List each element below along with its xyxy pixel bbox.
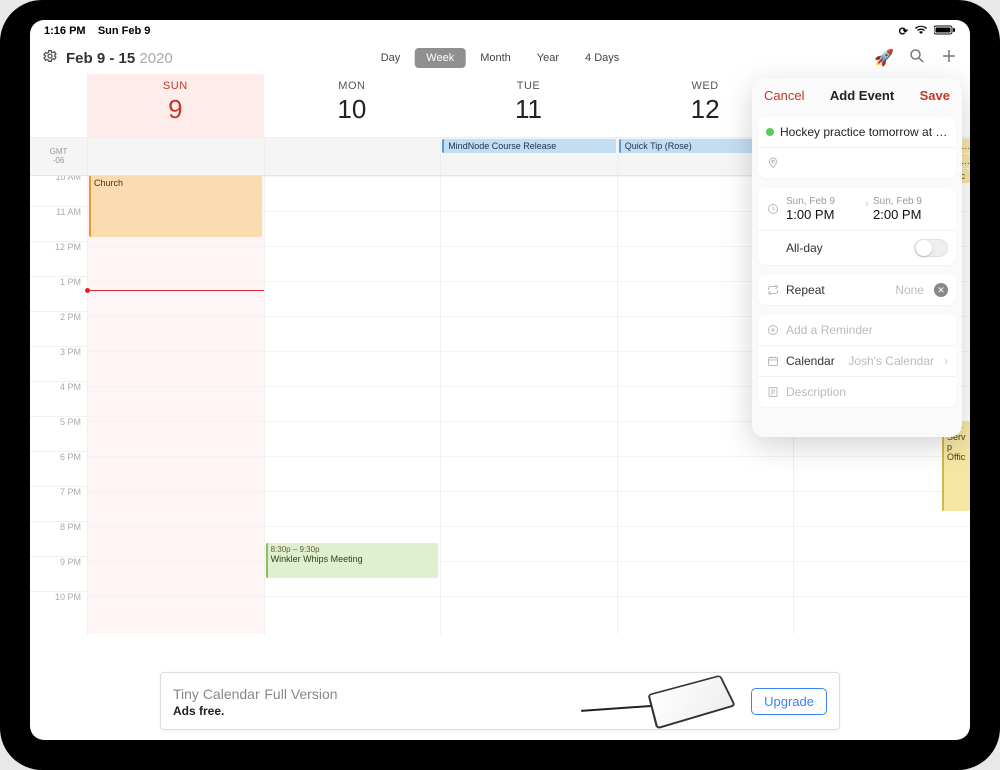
hour-label: 8 PM [30, 521, 87, 556]
day-header-mon[interactable]: MON 10 [264, 74, 441, 137]
repeat-icon [766, 284, 780, 296]
status-time: 1:16 PM [44, 25, 86, 37]
calendar-select-row[interactable]: Calendar Josh's Calendar › [758, 345, 956, 376]
calendar-color-dot [766, 128, 774, 136]
repeat-card: Repeat None ✕ [758, 275, 956, 305]
hour-label: 4 PM [30, 381, 87, 416]
title-location-card: Hockey practice tomorrow at 9:… [758, 117, 956, 178]
view-year-button[interactable]: Year [525, 48, 571, 68]
view-segmented-control: Day Week Month Year 4 Days [369, 48, 632, 68]
notes-icon [766, 386, 780, 398]
view-week-button[interactable]: Week [414, 48, 466, 68]
app-toolbar: Feb 9 - 15 2020 Day Week Month Year 4 Da… [30, 42, 970, 74]
clock-icon [766, 203, 780, 215]
chevron-right-icon: › [944, 354, 948, 368]
add-event-popover: Cancel Add Event Save Hockey practice to… [752, 78, 962, 437]
gear-icon [42, 48, 58, 64]
ad-image [581, 680, 741, 722]
event-winkler[interactable]: 8:30p – 9:30p Winkler Whips Meeting [266, 543, 439, 578]
search-icon [908, 47, 926, 65]
hour-label: 1 PM [30, 276, 87, 311]
start-time-button[interactable]: Sun, Feb 9 1:00 PM [786, 196, 861, 222]
hour-label: 2 PM [30, 311, 87, 346]
hour-label: 12 PM [30, 241, 87, 276]
view-4days-button[interactable]: 4 Days [573, 48, 631, 68]
allday-toggle[interactable] [914, 239, 948, 257]
date-range-display[interactable]: Feb 9 - 15 2020 [66, 50, 173, 67]
allday-label: All-day [786, 241, 823, 255]
hour-label: 7 PM [30, 486, 87, 521]
hour-label: 10 AM [30, 176, 87, 206]
details-card: Add a Reminder Calendar Josh's Calendar … [758, 315, 956, 407]
status-bar: 1:16 PM Sun Feb 9 ⟳ [30, 20, 970, 42]
orientation-lock-icon: ⟳ [899, 25, 908, 38]
add-event-button[interactable] [940, 47, 958, 70]
day-column-mon[interactable]: 8:30p – 9:30p Winkler Whips Meeting [264, 176, 441, 634]
day-header-sun[interactable]: SUN 9 [87, 74, 264, 137]
upgrade-button[interactable]: Upgrade [751, 688, 827, 715]
hour-gutter: 10 AM 11 AM 12 PM 1 PM 2 PM 3 PM 4 PM 5 … [30, 176, 87, 634]
hour-label: 6 PM [30, 451, 87, 486]
ad-title: Tiny Calendar Full Version [173, 684, 571, 704]
save-button[interactable]: Save [920, 88, 950, 103]
add-reminder-row[interactable]: Add a Reminder [758, 315, 956, 345]
day-header-tue[interactable]: TUE 11 [440, 74, 617, 137]
cancel-button[interactable]: Cancel [764, 88, 804, 103]
view-month-button[interactable]: Month [468, 48, 523, 68]
ad-subtitle: Ads free. [173, 704, 571, 718]
settings-button[interactable] [42, 48, 58, 69]
hour-label: 3 PM [30, 346, 87, 381]
day-column-sun[interactable]: 9:45 – 11:45 Church [87, 176, 264, 634]
popover-title: Add Event [830, 88, 894, 103]
location-input[interactable] [786, 156, 948, 170]
wifi-icon [914, 25, 928, 38]
hour-label: 5 PM [30, 416, 87, 451]
timezone-label: GMT -06 [30, 138, 87, 175]
search-button[interactable] [908, 47, 926, 70]
ipad-frame: 1:16 PM Sun Feb 9 ⟳ Feb 9 - 15 2 [0, 0, 1000, 770]
screen: 1:16 PM Sun Feb 9 ⟳ Feb 9 - 15 2 [30, 20, 970, 740]
current-time-indicator [88, 290, 264, 291]
repeat-row[interactable]: Repeat None ✕ [758, 275, 956, 305]
end-time-button[interactable]: Sun, Feb 9 2:00 PM [873, 196, 948, 222]
event-title-input[interactable]: Hockey practice tomorrow at 9:… [780, 125, 948, 139]
allday-event[interactable]: MindNode Course Release [442, 139, 616, 153]
location-icon [766, 157, 780, 169]
clear-repeat-button[interactable]: ✕ [934, 283, 948, 297]
time-card: Sun, Feb 9 1:00 PM › Sun, Feb 9 2:00 PM … [758, 188, 956, 265]
upgrade-icon[interactable]: 🚀 [874, 48, 894, 68]
allday-sun[interactable] [87, 138, 264, 175]
upgrade-banner: Tiny Calendar Full Version Ads free. Upg… [160, 672, 840, 730]
description-row[interactable]: Description [758, 376, 956, 407]
status-date: Sun Feb 9 [98, 25, 151, 37]
event-church[interactable]: 9:45 – 11:45 Church [89, 176, 262, 237]
plus-icon [940, 47, 958, 65]
plus-circle-icon [766, 324, 780, 336]
hour-label: 10 PM [30, 591, 87, 626]
chevron-right-icon: › [861, 196, 873, 222]
day-column-tue[interactable] [440, 176, 617, 634]
hour-label: 11 AM [30, 206, 87, 241]
hour-label: 9 PM [30, 556, 87, 591]
battery-icon [934, 25, 956, 38]
allday-mon[interactable] [264, 138, 441, 175]
allday-tue[interactable]: MindNode Course Release [440, 138, 617, 175]
calendar-icon [766, 355, 780, 367]
view-day-button[interactable]: Day [369, 48, 413, 68]
